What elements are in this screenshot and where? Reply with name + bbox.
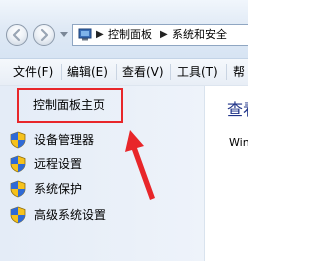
menu-edit[interactable]: 编辑(E) [67,64,108,80]
menu-help[interactable]: 帮 [233,64,245,80]
breadcrumb-control-panel[interactable]: 控制面板 [108,28,152,42]
menu-divider [226,64,227,80]
menu-divider [61,64,62,80]
shield-icon [10,155,26,173]
content-text: Win [229,136,248,149]
sidebar-item-advanced-settings[interactable]: 高级系统设置 [10,206,160,224]
arrow-right-icon [40,28,49,42]
shield-icon [10,206,26,224]
menu-bar: 文件(F) 编辑(E) 查看(V) 工具(T) 帮 [0,59,248,86]
system-window: ▶ 控制面板 ▶ 系统和安全 文件(F) 编辑(E) 查看(V) 工具(T) 帮… [0,0,248,261]
address-bar[interactable]: ▶ 控制面板 ▶ 系统和安全 [72,24,248,46]
menu-tools[interactable]: 工具(T) [177,64,218,80]
content-title: 查看 [227,100,248,119]
recent-pages-dropdown[interactable] [60,32,68,37]
back-button[interactable] [6,24,28,46]
navigation-bar: ▶ 控制面板 ▶ 系统和安全 [0,0,248,59]
menu-file[interactable]: 文件(F) [13,64,53,80]
annotation-arrow-icon [125,130,155,200]
sidebar-item-label: 系统保护 [34,182,83,196]
computer-icon [78,28,92,41]
shield-icon [10,131,26,149]
menu-divider [170,64,171,80]
content-pane: 查看 Win [204,86,248,261]
sidebar-item-label: 高级系统设置 [34,208,107,222]
chevron-right-icon[interactable]: ▶ [160,28,168,42]
sidebar-item-label: 远程设置 [34,157,83,171]
shield-icon [10,180,26,198]
breadcrumb-system-security[interactable]: 系统和安全 [172,28,227,42]
sidebar-item-label: 设备管理器 [34,133,95,147]
menu-divider [116,64,117,80]
chevron-right-icon[interactable]: ▶ [96,28,104,42]
forward-button[interactable] [33,24,55,46]
highlight-box [17,88,123,123]
menu-view[interactable]: 查看(V) [122,64,164,80]
arrow-left-icon [12,28,21,42]
